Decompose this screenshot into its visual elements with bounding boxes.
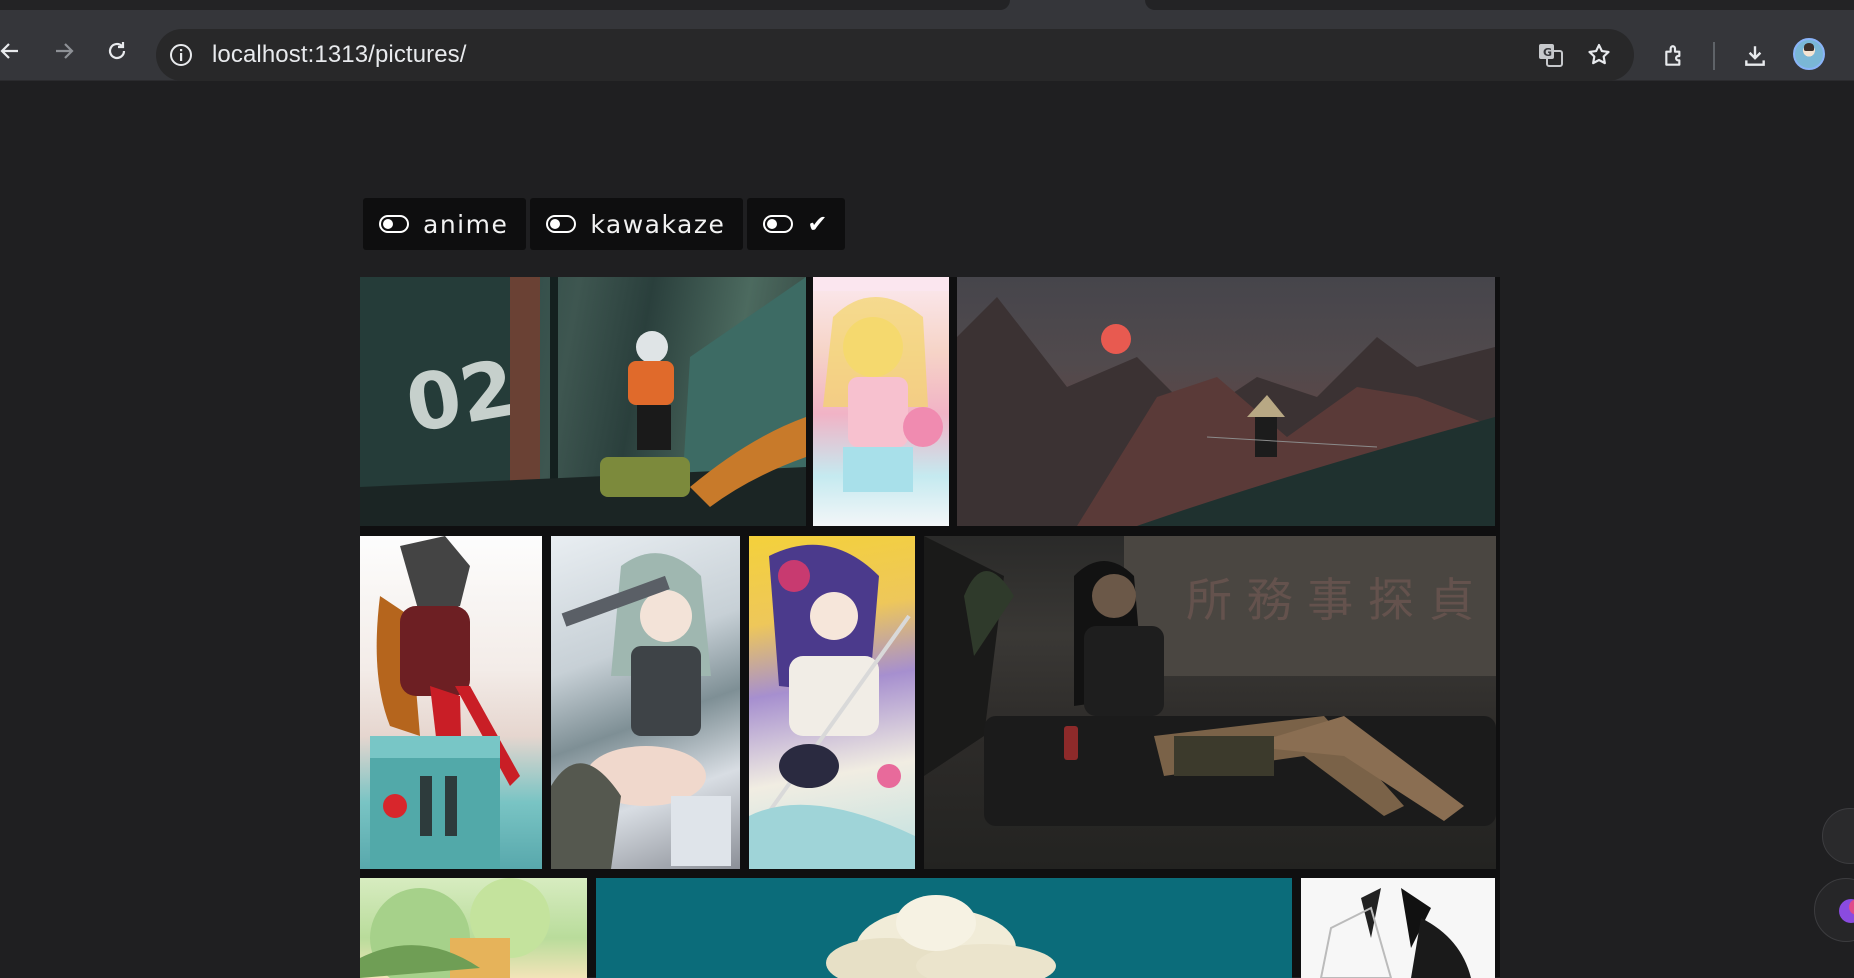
- toggle-on-icon[interactable]: [546, 215, 577, 233]
- site-info-icon[interactable]: [166, 40, 196, 70]
- browser-toolbar: localhost:1313/pictures/ G: [0, 10, 1854, 81]
- profile-avatar[interactable]: [1793, 38, 1825, 70]
- active-tab[interactable]: [0, 0, 1010, 10]
- toggle-on-icon[interactable]: [379, 215, 409, 233]
- thumbnail-white-horned-character[interactable]: [1301, 878, 1495, 978]
- download-icon[interactable]: [1737, 38, 1773, 74]
- filter-label: anime: [423, 209, 509, 239]
- filter-chip-checked[interactable]: ✔: [747, 198, 846, 250]
- toolbar-separator: [1713, 42, 1715, 70]
- filter-chip-kawakaze[interactable]: kawakaze: [530, 198, 744, 250]
- extensions-icon[interactable]: [1657, 38, 1693, 74]
- translate-icon[interactable]: G: [1536, 40, 1566, 70]
- thumbnail-woman-lounging-on-couch[interactable]: 所 務 事 探 貞: [924, 536, 1496, 869]
- toggle-on-icon[interactable]: [763, 215, 794, 233]
- forward-icon[interactable]: [46, 33, 82, 69]
- svg-text:02: 02: [400, 343, 523, 450]
- thumbnail-cloud-over-teal-sky[interactable]: [596, 878, 1292, 978]
- reload-icon[interactable]: [99, 33, 135, 69]
- thumbnail-samurai-on-mountain-red-moon[interactable]: [957, 277, 1495, 526]
- thumbnail-eva-02-girl-with-bazooka[interactable]: 02: [360, 277, 806, 526]
- thumbnail-grey-haired-girl-with-gun[interactable]: [551, 536, 740, 869]
- svg-text:所 務 事 探 貞: 所 務 事 探 貞: [1186, 573, 1475, 627]
- bookmark-star-icon[interactable]: [1584, 40, 1614, 70]
- url-text[interactable]: localhost:1313/pictures/: [212, 41, 467, 69]
- thumbnail-swimsuit-girl-with-flamingo-float[interactable]: [813, 277, 949, 526]
- filter-chip-anime[interactable]: anime: [363, 198, 527, 250]
- assistant-bubble-icon[interactable]: [1814, 878, 1854, 942]
- filter-label: kawakaze: [590, 209, 726, 239]
- tag-filter-bar: anime kawakaze ✔: [363, 198, 846, 250]
- inactive-tab[interactable]: [1145, 0, 1854, 10]
- tab-strip: [0, 0, 1854, 10]
- back-icon[interactable]: [0, 33, 28, 69]
- check-icon: ✔: [807, 210, 828, 238]
- svg-text:G: G: [1543, 46, 1552, 59]
- side-panel-translate-icon[interactable]: [1822, 808, 1854, 864]
- thumbnail-purple-haired-girl-with-sword[interactable]: [749, 536, 915, 869]
- thumbnail-asuka-plugsuit-on-building[interactable]: [360, 536, 542, 869]
- url-path: :1313/pictures/: [307, 41, 467, 68]
- thumbnail-green-character-art[interactable]: [360, 878, 587, 978]
- url-host: localhost: [212, 41, 308, 68]
